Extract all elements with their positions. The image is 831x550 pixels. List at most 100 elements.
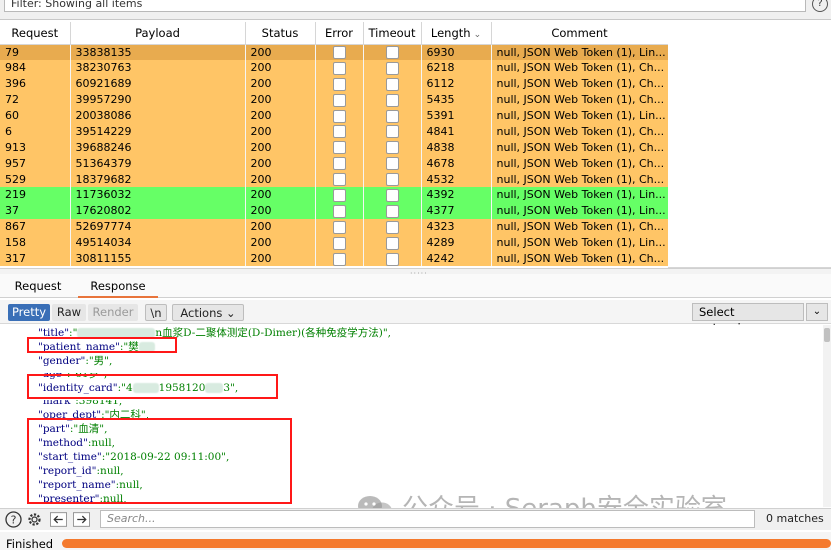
checkbox[interactable] [385, 252, 399, 266]
pretty-button[interactable]: Pretty [8, 304, 50, 321]
checkbox[interactable] [385, 188, 399, 202]
table-row[interactable]: 396 60921689 200 6112 null, JSON Web Token (… [0, 75, 669, 92]
cell-timeout [363, 44, 422, 60]
checkbox[interactable] [385, 61, 399, 75]
checkbox[interactable] [385, 77, 399, 91]
checkbox[interactable] [385, 141, 399, 155]
arrow-left-icon[interactable] [50, 511, 67, 528]
checkbox[interactable] [385, 46, 399, 60]
cell-payload: 17620802 [70, 202, 246, 219]
cell-timeout [363, 202, 422, 219]
checkbox[interactable] [332, 141, 346, 155]
cell-length: 4532 [421, 171, 492, 188]
cell-timeout [363, 59, 422, 76]
checkbox[interactable] [332, 109, 346, 123]
help-icon[interactable]: ? [5, 511, 22, 528]
cell-payload: 18379682 [70, 171, 246, 188]
raw-button[interactable]: Raw [52, 304, 86, 321]
checkbox[interactable] [385, 109, 399, 123]
column-header-status[interactable]: Status [245, 22, 316, 45]
cell-request: 317 [0, 250, 71, 267]
column-header-length-label: Length [430, 25, 471, 40]
checkbox[interactable] [332, 125, 346, 139]
checkbox[interactable] [385, 157, 399, 171]
select-extension-dropdown[interactable]: Select extension... [692, 303, 804, 335]
column-header-payload[interactable]: Payload [70, 22, 246, 45]
checkbox[interactable] [385, 220, 399, 234]
checkbox[interactable] [332, 46, 346, 60]
table-row[interactable]: 60 20038086 200 5391 null, JSON Web Token (1… [0, 107, 669, 124]
table-row[interactable]: 957 51364379 200 4678 null, JSON Web Token (… [0, 155, 669, 172]
table-row[interactable]: 317 30811155 200 4242 null, JSON Web Token (… [0, 250, 669, 267]
table-row[interactable]: 37 17620802 200 4377 null, JSON Web Token (1… [0, 202, 669, 219]
cell-error [315, 59, 364, 76]
table-row[interactable]: 79 33838135 200 6930 null, JSON Web Token (1… [0, 44, 669, 60]
scrollbar[interactable] [823, 325, 831, 507]
cell-request: 60 [0, 107, 71, 124]
column-header-error[interactable]: Error [315, 22, 364, 45]
column-header-request[interactable]: Request [0, 22, 71, 45]
arrow-right-icon[interactable] [73, 511, 90, 528]
column-header-comment[interactable]: Comment [491, 22, 669, 45]
checkbox[interactable] [332, 252, 346, 266]
cell-status: 200 [245, 234, 316, 251]
checkbox[interactable] [332, 220, 346, 234]
checkbox[interactable] [332, 61, 346, 75]
table-row[interactable]: 158 49514034 200 4289 null, JSON Web Token (… [0, 234, 669, 251]
checkbox[interactable] [385, 204, 399, 218]
cell-length: 4242 [421, 250, 492, 267]
checkbox[interactable] [332, 157, 346, 171]
search-input[interactable]: Search... [100, 510, 755, 528]
cell-comment: null, JSON Web Token (1), Ch... [491, 59, 669, 76]
response-body[interactable]: "title":" n血浆D-二聚体测定(D-Dimer)(各种免疫学方法)", … [0, 325, 831, 507]
filter-input[interactable]: Filter: Showing all items [4, 0, 806, 12]
tab-response[interactable]: Response [78, 278, 158, 298]
checkbox[interactable] [385, 125, 399, 139]
cell-request: 79 [0, 44, 71, 60]
cell-status: 200 [245, 202, 316, 219]
column-header-timeout[interactable]: Timeout [363, 22, 422, 45]
cell-error [315, 107, 364, 124]
table-row[interactable]: 913 39688246 200 4838 null, JSON Web Token (… [0, 139, 669, 156]
cell-error [315, 75, 364, 92]
table-row[interactable]: 72 39957290 200 5435 null, JSON Web Token (1… [0, 91, 669, 108]
tab-request[interactable]: Request [6, 278, 70, 298]
checkbox[interactable] [385, 173, 399, 187]
checkbox[interactable] [332, 236, 346, 250]
cell-length: 6218 [421, 59, 492, 76]
help-icon[interactable]: ? [812, 0, 828, 12]
cell-request: 72 [0, 91, 71, 108]
checkbox[interactable] [332, 173, 346, 187]
filter-bar: Filter: Showing all items ? [0, 0, 831, 20]
cell-request: 37 [0, 202, 71, 219]
checkbox[interactable] [332, 188, 346, 202]
cell-status: 200 [245, 91, 316, 108]
column-header-length[interactable]: Length ⌄ [421, 22, 492, 45]
checkbox[interactable] [385, 93, 399, 107]
cell-comment: null, JSON Web Token (1), Ch... [491, 75, 669, 92]
checkbox[interactable] [332, 77, 346, 91]
checkbox[interactable] [332, 204, 346, 218]
checkbox[interactable] [332, 93, 346, 107]
chevron-down-icon[interactable]: ⌄ [806, 303, 828, 321]
cell-timeout [363, 155, 422, 172]
render-button[interactable]: Render [88, 304, 138, 321]
cell-request: 6 [0, 123, 71, 140]
cell-error [315, 139, 364, 156]
cell-error [315, 187, 364, 203]
actions-button[interactable]: Actions ⌄ [172, 304, 244, 321]
cell-error [315, 218, 364, 235]
table-row[interactable]: 867 52697774 200 4323 null, JSON Web Token (… [0, 218, 669, 235]
cell-request: 913 [0, 139, 71, 156]
gear-icon[interactable] [26, 511, 43, 528]
checkbox[interactable] [385, 236, 399, 250]
table-row[interactable]: 219 11736032 200 4392 null, JSON Web Token (… [0, 187, 669, 203]
table-row[interactable]: 984 38230763 200 6218 null, JSON Web Token (… [0, 59, 669, 76]
cell-payload: 39957290 [70, 91, 246, 108]
cell-payload: 11736032 [70, 187, 246, 203]
scrollbar-thumb[interactable] [824, 328, 830, 342]
cell-status: 200 [245, 218, 316, 235]
show-newlines-button[interactable]: \n [145, 304, 167, 321]
table-row[interactable]: 529 18379682 200 4532 null, JSON Web Token (… [0, 171, 669, 188]
table-row[interactable]: 6 39514229 200 4841 null, JSON Web Token (1)… [0, 123, 669, 140]
